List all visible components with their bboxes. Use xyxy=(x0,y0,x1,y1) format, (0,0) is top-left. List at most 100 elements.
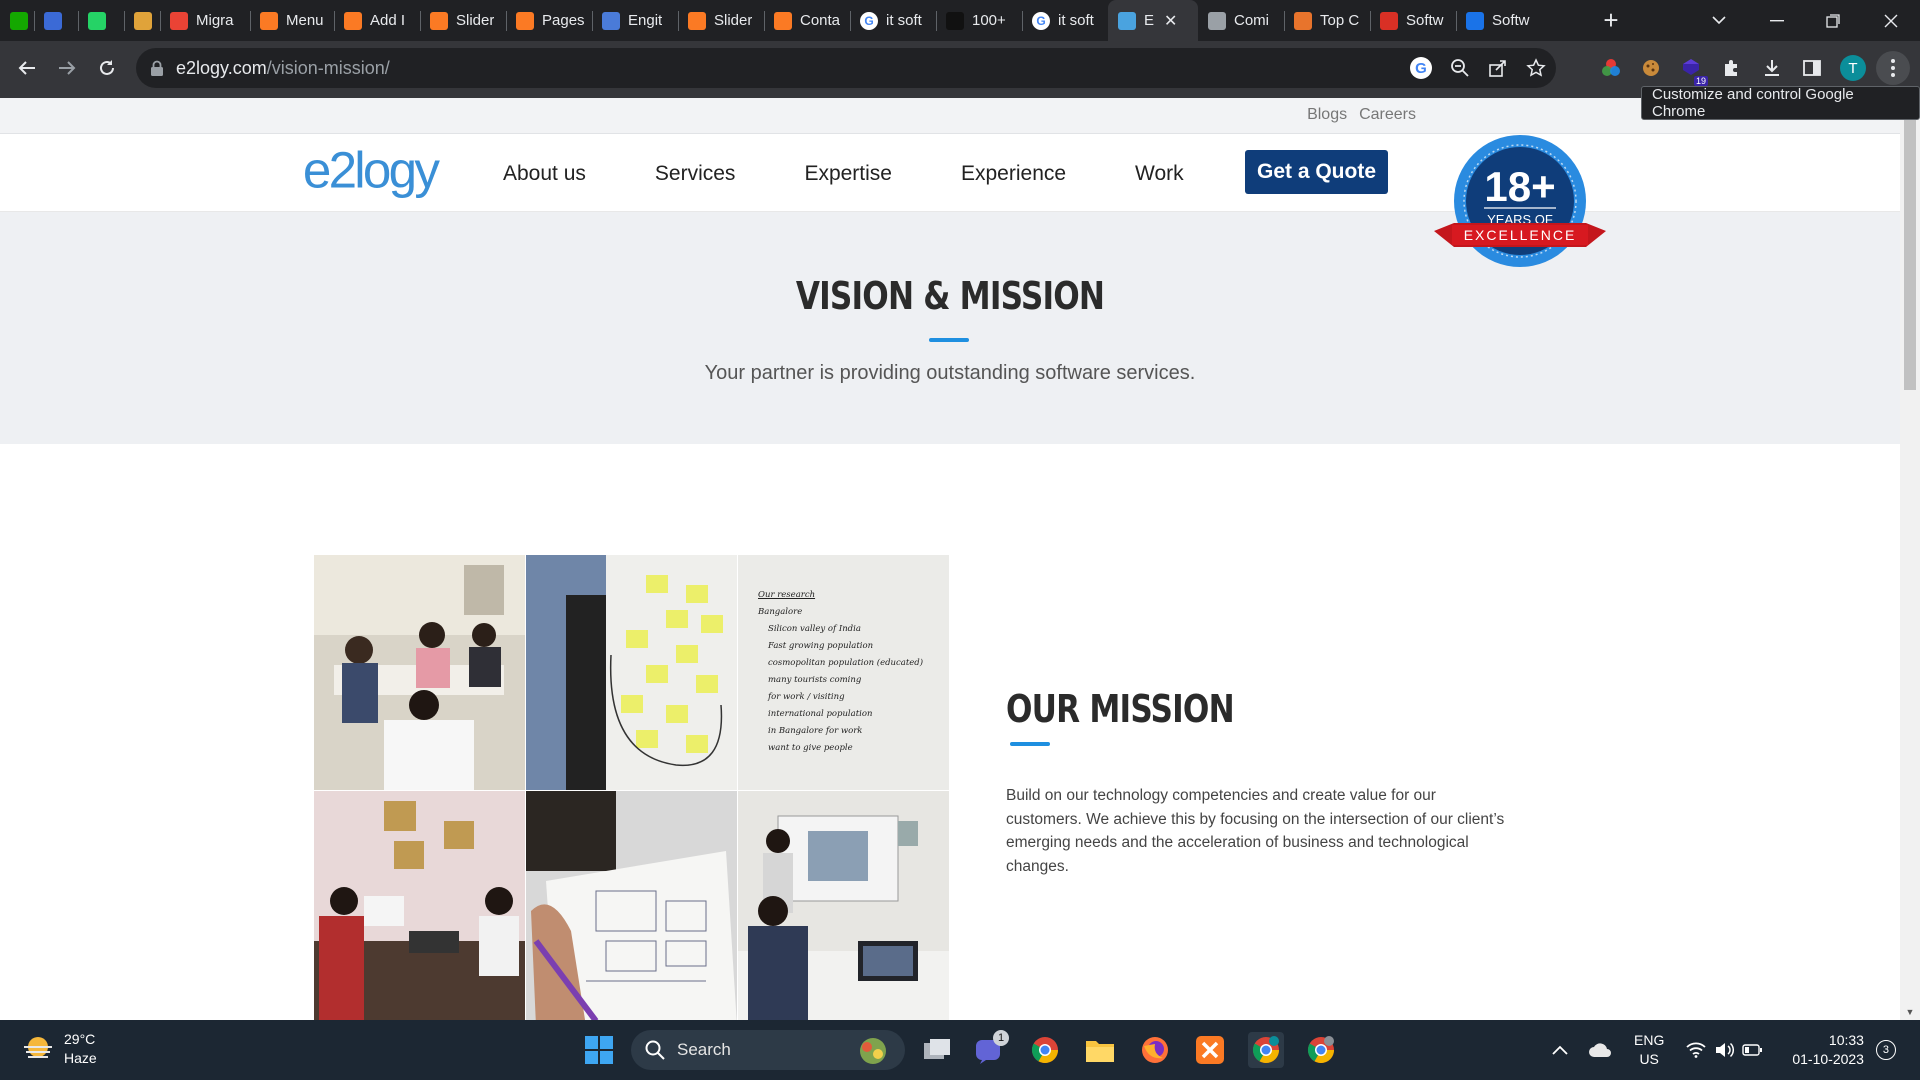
lock-icon[interactable] xyxy=(150,60,164,76)
windows-start-icon[interactable] xyxy=(581,1032,617,1068)
taskbar-search[interactable]: Search xyxy=(631,1030,905,1070)
battery-icon[interactable] xyxy=(1742,1044,1763,1056)
restore-button[interactable] xyxy=(1808,0,1858,41)
clock-time: 10:33 xyxy=(1828,1032,1864,1048)
web-page: Blogs Careers e2logy About us Services E… xyxy=(0,98,1900,1020)
new-tab-button[interactable]: + xyxy=(1591,0,1631,41)
browser-tab-strip: Migra Menu Add I Slider Pages Engit Slider Cont… xyxy=(0,0,1920,41)
teams-chat-icon[interactable]: 1 xyxy=(971,1030,1009,1068)
chrome-profile-t-icon[interactable] xyxy=(1248,1032,1284,1068)
tab-title: Slider xyxy=(714,12,753,29)
nav-about-us[interactable]: About us xyxy=(503,162,586,186)
search-icon xyxy=(645,1040,665,1060)
browser-tab[interactable] xyxy=(34,0,78,41)
browser-tab[interactable]: Softw xyxy=(1456,0,1542,41)
whiteboard-line: cosmopolitan population (educated) xyxy=(768,658,924,668)
back-button[interactable] xyxy=(10,51,44,85)
task-view-icon[interactable] xyxy=(919,1032,955,1068)
browser-tab[interactable]: Engit xyxy=(592,0,678,41)
firefox-icon[interactable] xyxy=(1137,1032,1173,1068)
get-a-quote-button[interactable]: Get a Quote xyxy=(1245,150,1388,194)
address-bar[interactable]: e2logy.com/vision-mission/ G xyxy=(136,48,1556,88)
chrome-profile-second-icon[interactable] xyxy=(1303,1032,1339,1068)
upwork-icon xyxy=(10,11,28,30)
file-explorer-icon[interactable] xyxy=(1082,1032,1118,1068)
browser-tab[interactable]: Comi xyxy=(1198,0,1284,41)
browser-tab[interactable] xyxy=(0,0,34,41)
tab-title: Pages xyxy=(542,12,584,29)
weather-widget[interactable]: 29°C Haze xyxy=(22,1030,97,1068)
minimize-button[interactable] xyxy=(1752,0,1802,41)
whiteboard-line: Our research xyxy=(758,590,816,600)
clock-date: 01-10-2023 xyxy=(1792,1051,1864,1067)
chrome-menu-icon[interactable] xyxy=(1876,51,1910,85)
browser-tab[interactable] xyxy=(124,0,160,41)
whiteboard-line: Bangalore xyxy=(758,607,803,617)
download-icon[interactable] xyxy=(1755,51,1789,85)
show-hidden-icons-chevron[interactable] xyxy=(1552,1045,1568,1055)
xampp-icon xyxy=(516,11,534,30)
nav-expertise[interactable]: Expertise xyxy=(804,162,892,186)
tab-search-chevron-icon[interactable] xyxy=(1704,0,1734,41)
careers-link[interactable]: Careers xyxy=(1359,106,1416,124)
browser-tab[interactable]: Add I xyxy=(334,0,420,41)
zoom-icon[interactable] xyxy=(1450,58,1470,78)
orange-logo-icon xyxy=(1294,11,1312,30)
browser-tab[interactable]: Conta xyxy=(764,0,850,41)
notification-count-badge[interactable]: 3 xyxy=(1875,1040,1896,1060)
browser-tab[interactable]: Softw xyxy=(1370,0,1456,41)
extensions-puzzle-icon[interactable] xyxy=(1715,51,1749,85)
nav-services[interactable]: Services xyxy=(655,162,736,186)
wifi-icon[interactable] xyxy=(1686,1042,1706,1058)
browser-tab[interactable]: Pages xyxy=(506,0,592,41)
xampp-icon xyxy=(688,11,706,30)
purple-extension-icon[interactable]: 19 xyxy=(1674,51,1708,86)
e2logy-logo[interactable]: e2logy xyxy=(296,138,456,202)
close-window-button[interactable] xyxy=(1866,0,1916,41)
logo-text: e2logy xyxy=(303,141,441,198)
badge-number: 18+ xyxy=(1484,163,1555,210)
share-icon[interactable] xyxy=(1488,58,1508,78)
color-picker-extension-icon[interactable] xyxy=(1594,51,1628,85)
browser-tab[interactable]: Migra xyxy=(160,0,250,41)
browser-tab[interactable] xyxy=(78,0,124,41)
teams-badge: 1 xyxy=(993,1030,1009,1046)
browser-tab[interactable]: Slider xyxy=(678,0,764,41)
xampp-taskbar-icon[interactable] xyxy=(1192,1032,1228,1068)
clock[interactable]: 10:33 01-10-2023 xyxy=(1792,1031,1864,1069)
browser-tab[interactable]: Menu xyxy=(250,0,334,41)
forward-button[interactable] xyxy=(50,51,84,85)
volume-icon[interactable] xyxy=(1714,1041,1735,1059)
cookie-extension-icon[interactable] xyxy=(1634,51,1668,85)
browser-tab[interactable]: Git soft xyxy=(850,0,936,41)
scrollbar-thumb[interactable] xyxy=(1904,110,1916,390)
browser-tab[interactable]: Slider xyxy=(420,0,506,41)
browser-tab[interactable]: 100+ xyxy=(936,0,1022,41)
page-scrollbar[interactable]: ▲ ▼ xyxy=(1900,98,1920,1020)
browser-tab[interactable]: Git soft xyxy=(1022,0,1108,41)
chrome-taskbar-icon[interactable] xyxy=(1027,1032,1063,1068)
site-header: e2logy About us Services Expertise Exper… xyxy=(0,134,1900,212)
profile-avatar[interactable]: T xyxy=(1836,51,1870,85)
bookmark-star-icon[interactable] xyxy=(1526,58,1546,78)
photo-whiteboard-notes: Our research Bangalore Silicon valley of I… xyxy=(738,555,949,790)
onedrive-cloud-icon[interactable] xyxy=(1588,1042,1612,1058)
tab-title: 100+ xyxy=(972,12,1006,29)
whiteboard-line: international population xyxy=(768,709,873,719)
scroll-down-arrow[interactable]: ▼ xyxy=(1905,1007,1915,1017)
side-panel-icon[interactable] xyxy=(1795,51,1829,85)
nav-experience[interactable]: Experience xyxy=(961,162,1066,186)
input-language[interactable]: ENG US xyxy=(1634,1031,1664,1069)
reload-button[interactable] xyxy=(90,51,124,85)
browser-tab[interactable]: Top C xyxy=(1284,0,1370,41)
url-text[interactable]: e2logy.com/vision-mission/ xyxy=(176,58,390,79)
mission-underline xyxy=(1010,742,1050,746)
close-tab-icon[interactable]: ✕ xyxy=(1164,11,1177,31)
google-lens-icon[interactable]: G xyxy=(1410,57,1432,79)
tab-title: Softw xyxy=(1492,12,1530,29)
blogs-link[interactable]: Blogs xyxy=(1307,106,1347,124)
nav-work[interactable]: Work xyxy=(1135,162,1184,186)
tab-title: Softw xyxy=(1406,12,1444,29)
browser-tab[interactable]: E ✕ xyxy=(1108,0,1198,41)
whiteboard-line: in Bangalore for work xyxy=(768,726,863,736)
